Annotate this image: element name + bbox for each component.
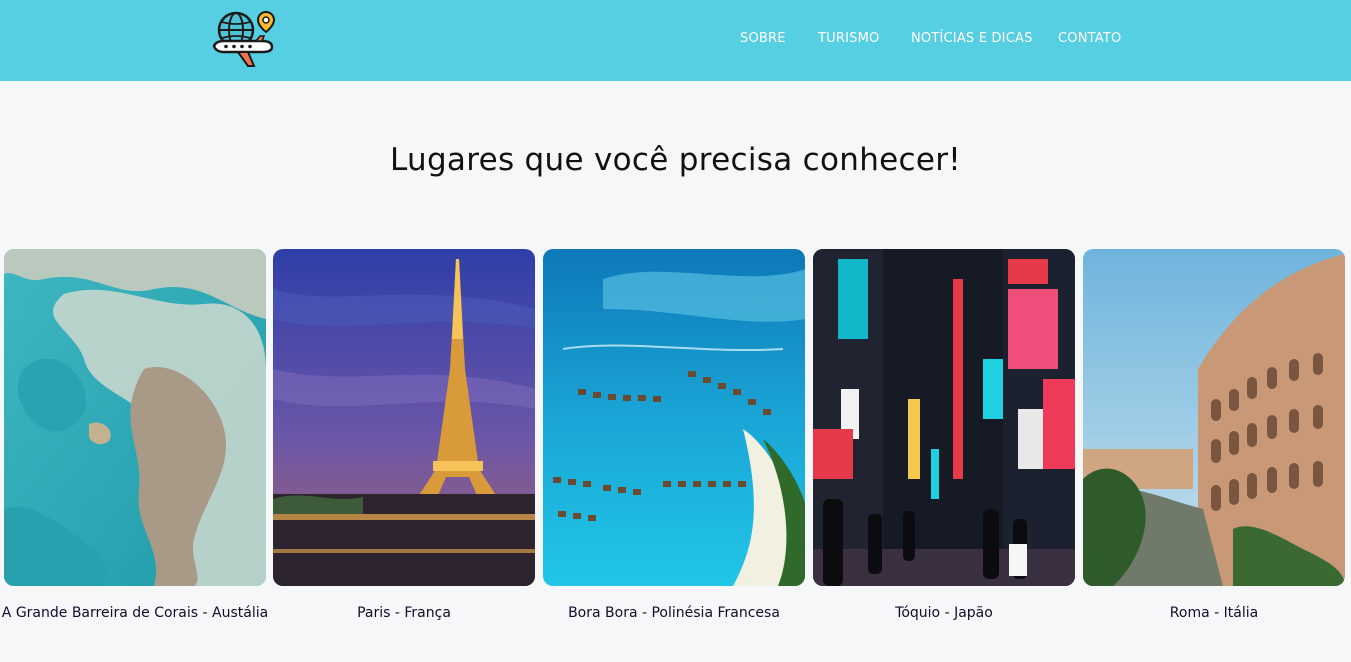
eiffel-tower-night-photo xyxy=(273,249,535,586)
nav-link-noticias-e-dicas[interactable]: NOTÍCIAS E DICAS xyxy=(911,31,1033,46)
nav-link-contato[interactable]: CONTATO xyxy=(1058,31,1121,46)
colosseum-photo xyxy=(1083,249,1345,586)
place-caption: Roma - Itália xyxy=(1169,605,1259,621)
place-card-roma[interactable] xyxy=(1083,249,1345,586)
top-header: SOBRE TURISMO NOTÍCIAS E DICAS CONTATO xyxy=(0,0,1351,81)
main-nav: SOBRE TURISMO NOTÍCIAS E DICAS CONTATO xyxy=(0,31,1351,51)
nav-link-turismo[interactable]: TURISMO xyxy=(818,31,879,46)
place-card-paris[interactable] xyxy=(273,249,535,586)
place-caption: Bora Bora - Polinésia Francesa xyxy=(568,605,780,621)
place-caption: Paris - França xyxy=(357,605,451,621)
place-caption: Tóquio - Japão xyxy=(895,605,993,621)
tokyo-neon-street-photo xyxy=(813,249,1075,586)
nav-link-sobre[interactable]: SOBRE xyxy=(740,31,786,46)
place-card-toquio[interactable] xyxy=(813,249,1075,586)
place-caption: A Grande Barreira de Corais - Austália xyxy=(1,605,269,621)
page-title: Lugares que você precisa conhecer! xyxy=(389,142,962,178)
coral-reef-aerial-photo xyxy=(4,249,266,586)
place-card-grande-barreira[interactable] xyxy=(4,249,266,586)
overwater-bungalows-photo xyxy=(543,249,805,586)
place-card-bora-bora[interactable] xyxy=(543,249,805,586)
